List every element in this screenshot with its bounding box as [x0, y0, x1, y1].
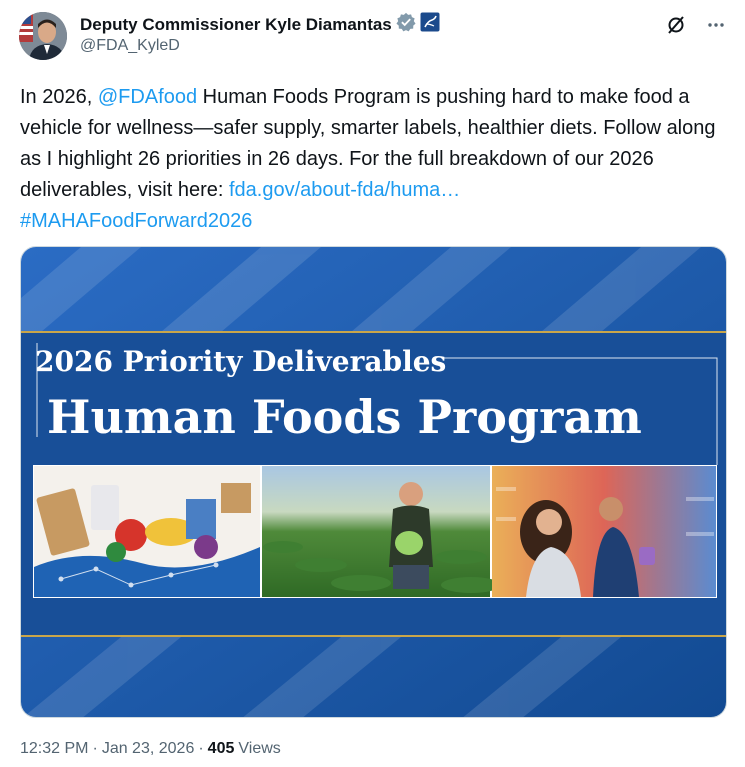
hashtag-link[interactable]: #MAHAFoodForward2026	[20, 210, 252, 232]
verified-badge-icon[interactable]	[396, 12, 416, 37]
url-link[interactable]: fda.gov/about-fda/huma…	[229, 179, 460, 201]
post-time[interactable]: 12:32 PM	[20, 740, 88, 758]
banner-title: Human Foods Program	[47, 390, 642, 444]
tweet-media-image[interactable]: 2026 Priority Deliverables Human Foods P…	[20, 246, 727, 718]
tweet-text-part1: In 2026,	[20, 86, 98, 108]
handle[interactable]: @FDA_KyleD	[80, 37, 180, 55]
tweet-text: In 2026, @FDAfood Human Foods Program is…	[20, 82, 730, 237]
post-date[interactable]: Jan 23, 2026	[102, 740, 195, 758]
display-name[interactable]: Deputy Commissioner Kyle Diamantas	[80, 15, 392, 35]
tweet-meta: 12:32 PM · Jan 23, 2026 · 405 Views	[20, 740, 281, 758]
meta-separator: ·	[92, 740, 98, 757]
views-count: 405	[207, 740, 235, 757]
more-icon[interactable]	[705, 14, 727, 36]
mention-link[interactable]: @FDAfood	[98, 86, 197, 108]
hhs-affiliate-badge-icon[interactable]	[420, 12, 440, 37]
views-label: Views	[238, 740, 281, 757]
avatar[interactable]	[19, 12, 67, 60]
banner-subtitle: 2026 Priority Deliverables	[35, 345, 446, 378]
banner-graphic: 2026 Priority Deliverables Human Foods P…	[21, 247, 726, 717]
grok-icon[interactable]	[665, 14, 687, 36]
meta-separator: ·	[198, 740, 204, 757]
avatar-image	[19, 12, 67, 60]
